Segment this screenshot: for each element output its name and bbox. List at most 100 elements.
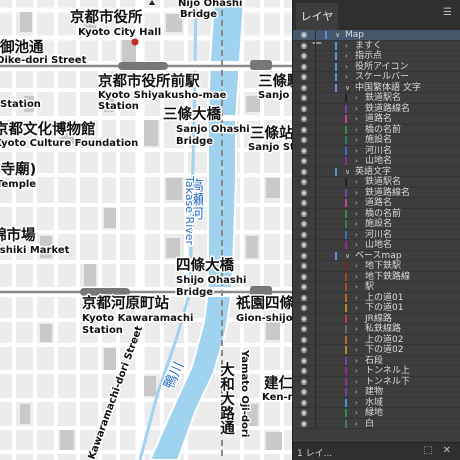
expand-chevron-icon[interactable]: ∨ <box>345 83 350 93</box>
visibility-eye-icon[interactable]: ◉ <box>298 303 310 313</box>
visibility-eye-icon[interactable]: ◉ <box>298 230 310 240</box>
layer-row[interactable]: ◉ › 石段 <box>293 355 460 366</box>
visibility-eye-icon[interactable]: ◉ <box>298 51 310 61</box>
collapse-chevron-icon[interactable]: › <box>355 135 358 145</box>
visibility-eye-icon[interactable]: ◉ <box>298 156 310 166</box>
visibility-eye-icon[interactable]: ◉ <box>298 167 310 177</box>
collapse-chevron-icon[interactable]: › <box>355 188 358 198</box>
collapse-chevron-icon[interactable]: › <box>355 219 358 229</box>
collapse-chevron-icon[interactable]: › <box>355 366 358 376</box>
visibility-eye-icon[interactable]: ◉ <box>298 251 310 261</box>
visibility-eye-icon[interactable]: ◉ <box>298 398 310 408</box>
collapse-chevron-icon[interactable]: › <box>355 293 358 303</box>
layer-row[interactable]: ◉ › 山地名 <box>293 240 460 251</box>
delete-icon[interactable]: ✕ <box>443 446 451 456</box>
layer-row[interactable]: ◉ › 橋の名前 <box>293 208 460 219</box>
layer-row[interactable]: ◉ › 指示点 <box>293 51 460 62</box>
collapse-chevron-icon[interactable]: › <box>355 209 358 219</box>
layer-row[interactable]: ◉ › 緑地 <box>293 408 460 419</box>
collapse-chevron-icon[interactable]: › <box>355 156 358 166</box>
layer-row[interactable]: ◉ ∨ 中国繁体語 文字 <box>293 82 460 93</box>
visibility-eye-icon[interactable]: ◉ <box>298 41 310 51</box>
collapse-chevron-icon[interactable]: › <box>355 240 358 250</box>
layer-row[interactable]: ◉ › トンネル下 <box>293 376 460 387</box>
layer-row[interactable]: ◉ › JR線路 <box>293 313 460 324</box>
layer-row[interactable]: ◉ › 駅 <box>293 282 460 293</box>
visibility-eye-icon[interactable]: ◉ <box>298 335 310 345</box>
layer-row[interactable]: ◉ › 私鉄線路 <box>293 324 460 335</box>
expand-chevron-icon[interactable]: ∨ <box>345 251 350 261</box>
visibility-eye-icon[interactable]: ◉ <box>298 62 310 72</box>
layer-row[interactable]: ◉ › トンネル上 <box>293 366 460 377</box>
layer-row[interactable]: ◉ › 鉄道駅名 <box>293 93 460 104</box>
layer-row[interactable]: ◉ ∨ Map <box>293 30 460 41</box>
layer-row[interactable]: ◉ › 下の道02 <box>293 345 460 356</box>
collapse-chevron-icon[interactable]: › <box>355 198 358 208</box>
layer-row[interactable]: ◉ › 白 <box>293 418 460 429</box>
collapse-chevron-icon[interactable]: › <box>345 41 348 51</box>
visibility-eye-icon[interactable]: ◉ <box>298 72 310 82</box>
visibility-eye-icon[interactable]: ◉ <box>298 387 310 397</box>
visibility-eye-icon[interactable]: ◉ <box>298 408 310 418</box>
layer-row[interactable]: ◉ › 河川名 <box>293 229 460 240</box>
visibility-eye-icon[interactable]: ◉ <box>298 104 310 114</box>
layer-row[interactable]: ◉ › 施設名 <box>293 219 460 230</box>
visibility-eye-icon[interactable]: ◉ <box>298 240 310 250</box>
expand-chevron-icon[interactable]: ∨ <box>345 167 350 177</box>
collapse-chevron-icon[interactable]: › <box>355 335 358 345</box>
layer-row[interactable]: ◉ › 道路名 <box>293 114 460 125</box>
layer-row[interactable]: ◉ ∨ ベースmap <box>293 250 460 261</box>
collapse-chevron-icon[interactable]: › <box>355 104 358 114</box>
visibility-eye-icon[interactable]: ◉ <box>298 188 310 198</box>
collapse-chevron-icon[interactable]: › <box>355 230 358 240</box>
layer-row[interactable]: ◉ › 鉄道駅名 <box>293 177 460 188</box>
layer-row[interactable]: ◉ › 鉄道路線名 <box>293 103 460 114</box>
collapse-chevron-icon[interactable]: › <box>355 324 358 334</box>
visibility-eye-icon[interactable]: ◉ <box>298 324 310 334</box>
visibility-eye-icon[interactable]: ◉ <box>298 419 310 429</box>
visibility-eye-icon[interactable]: ◉ <box>298 30 310 40</box>
visibility-eye-icon[interactable]: ◉ <box>298 125 310 135</box>
collapse-chevron-icon[interactable]: › <box>355 146 358 156</box>
collapse-chevron-icon[interactable]: › <box>355 387 358 397</box>
layer-row[interactable]: ◉ › 役所アイコン <box>293 61 460 72</box>
layer-row[interactable]: ◉ › 鉄道路線名 <box>293 187 460 198</box>
visibility-eye-icon[interactable]: ◉ <box>298 198 310 208</box>
layer-row[interactable]: ◉ › 地下鉄路線 <box>293 271 460 282</box>
layer-row[interactable]: ◉ › 河川名 <box>293 145 460 156</box>
layer-row[interactable]: ◉ › 山地名 <box>293 156 460 167</box>
collapse-chevron-icon[interactable]: › <box>355 398 358 408</box>
visibility-eye-icon[interactable]: ◉ <box>298 261 310 271</box>
collapse-chevron-icon[interactable]: › <box>355 408 358 418</box>
visibility-eye-icon[interactable]: ◉ <box>298 282 310 292</box>
layer-row[interactable]: ◉ › 水域 <box>293 397 460 408</box>
visibility-eye-icon[interactable]: ◉ <box>298 209 310 219</box>
layer-row[interactable]: ◉ › 建物 <box>293 387 460 398</box>
layer-row[interactable]: ◉ › 地下鉄駅 <box>293 261 460 272</box>
layer-row[interactable]: ◉ › ますく <box>293 40 460 51</box>
collapse-chevron-icon[interactable]: › <box>355 177 358 187</box>
tab-layers[interactable]: レイヤー <box>296 3 338 50</box>
collapse-chevron-icon[interactable]: › <box>355 93 358 103</box>
collapse-chevron-icon[interactable]: › <box>355 261 358 271</box>
collapse-chevron-icon[interactable]: › <box>355 314 358 324</box>
collapse-chevron-icon[interactable]: › <box>345 62 348 72</box>
visibility-eye-icon[interactable]: ◉ <box>298 377 310 387</box>
layer-row[interactable]: ◉ › スケールバー <box>293 72 460 83</box>
layer-row[interactable]: ◉ › 上の道02 <box>293 334 460 345</box>
visibility-eye-icon[interactable]: ◉ <box>298 314 310 324</box>
collapse-chevron-icon[interactable]: › <box>355 303 358 313</box>
collapse-chevron-icon[interactable]: › <box>355 282 358 292</box>
visibility-eye-icon[interactable]: ◉ <box>298 293 310 303</box>
expand-chevron-icon[interactable]: ∨ <box>335 30 340 40</box>
layer-row[interactable]: ◉ › 上の道01 <box>293 292 460 303</box>
layer-row[interactable]: ◉ › 道路名 <box>293 198 460 209</box>
visibility-eye-icon[interactable]: ◉ <box>298 219 310 229</box>
collapse-chevron-icon[interactable]: › <box>355 356 358 366</box>
visibility-eye-icon[interactable]: ◉ <box>298 146 310 156</box>
visibility-eye-icon[interactable]: ◉ <box>298 135 310 145</box>
visibility-eye-icon[interactable]: ◉ <box>298 114 310 124</box>
collapse-chevron-icon[interactable]: › <box>345 51 348 61</box>
layer-row[interactable]: ◉ ∨ 英語文字 <box>293 166 460 177</box>
visibility-eye-icon[interactable]: ◉ <box>298 272 310 282</box>
